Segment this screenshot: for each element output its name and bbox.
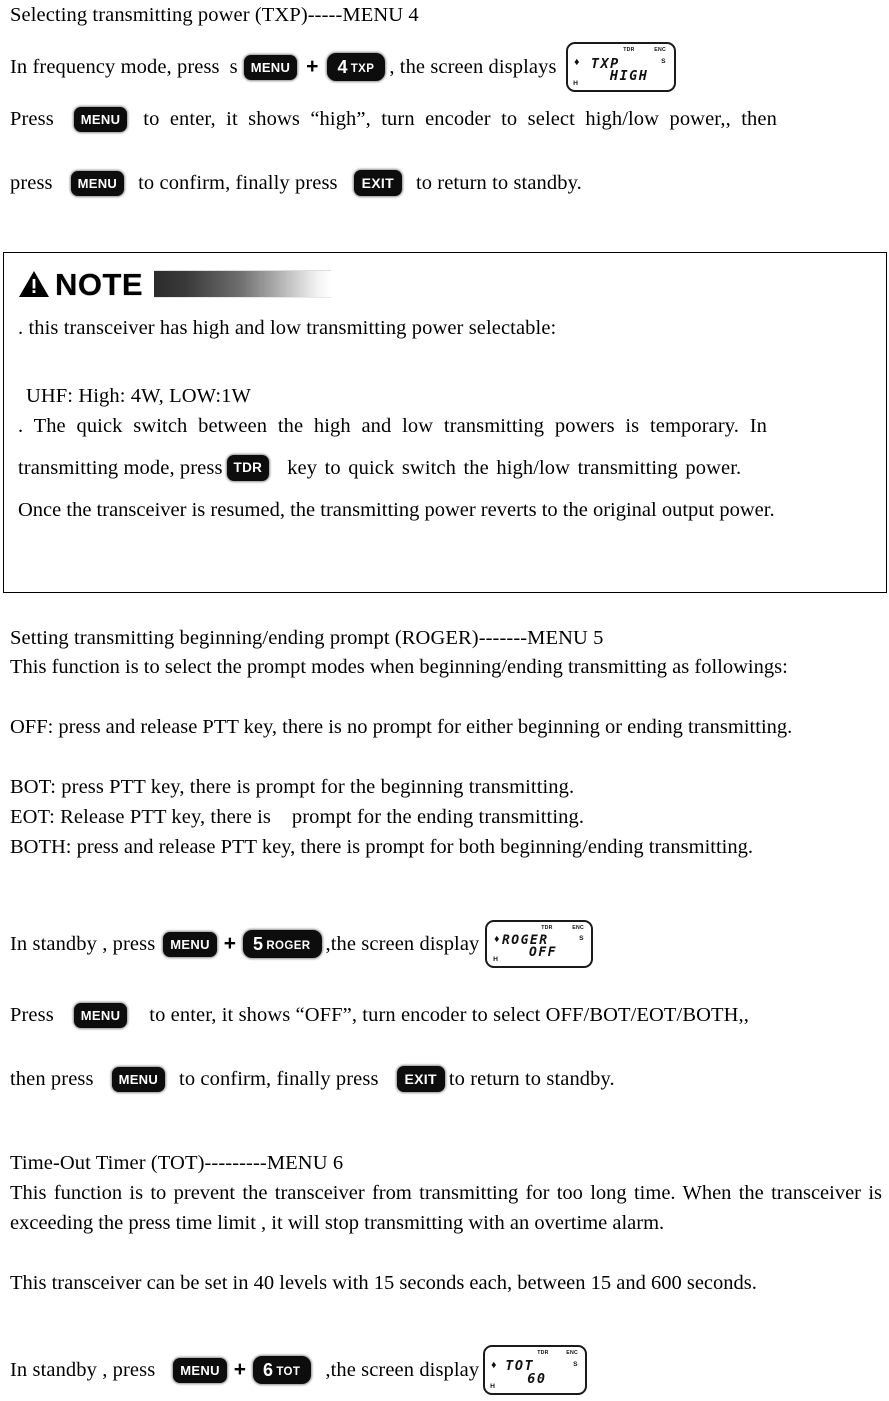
menu-key-icon[interactable]: MENU (111, 1066, 166, 1092)
txp-enter-text-b: to enter, it shows “high”, turn encoder … (143, 108, 777, 130)
num5-digit: 5 (253, 934, 264, 954)
menu-key-icon[interactable]: MENU (73, 106, 128, 132)
tot-standby-text-b: ,the screen display (325, 1359, 480, 1381)
txp-confirm-text-b: to confirm, finally press (138, 172, 338, 194)
roger-standby-text-a: In standby , press (10, 933, 156, 955)
lcd-dot-icon: ♦ (491, 1359, 497, 1371)
note-spec-line: UHF: High: 4W, LOW:1W (26, 385, 251, 407)
lcd-display-roger: ♦ TDR ENC S H ROGER OFF (485, 920, 594, 968)
txp-confirm-text-a: press (10, 172, 53, 194)
roger-standby-text-b: ,the screen display (325, 933, 480, 955)
txp-confirm-text-c: to return to standby. (415, 172, 582, 194)
tot-standby-line: In standby , press MENU + 6 TOT ,the scre… (10, 1345, 888, 1401)
num4-label: TXP (350, 63, 375, 75)
num5-roger-key-icon[interactable]: 5 ROGER (243, 930, 322, 958)
txp-enter-line: Press MENU to enter, it shows “high”, tu… (10, 104, 883, 156)
num5-label: ROGER (266, 940, 311, 952)
lcd-tdr-indicator: TDR (622, 47, 635, 54)
roger-mode-bot: BOT: press PTT key, there is prompt for … (10, 776, 575, 798)
txp-confirm-line: press MENU to confirm, finally press EXI… (10, 168, 883, 218)
roger-mode-eot: EOT: Release PTT key, there is prompt fo… (10, 806, 585, 828)
lcd-display-tot: ♦ TDR ENC S H TOT 60 (483, 1345, 588, 1395)
lcd-line2: HIGH (609, 67, 649, 84)
note-gradient-bar (154, 270, 332, 298)
num4-digit: 4 (337, 57, 348, 77)
roger-confirm-text-b: to confirm, finally press (179, 1068, 379, 1090)
lcd-s-indicator: S (579, 935, 585, 943)
plus-sign: + (306, 55, 319, 78)
roger-mode-off: OFF: press and release PTT key, there is… (10, 716, 793, 738)
note-bullet-2d: Once the transceiver is resumed, the tra… (18, 499, 775, 521)
txp-heading: Selecting transmitting power (TXP)-----M… (10, 4, 419, 26)
txp-enter-text-a: Press (10, 108, 54, 130)
note-bullet-2b-line: transmitting mode, press TDR key to quic… (18, 453, 874, 493)
num6-tot-key-icon[interactable]: 6 TOT (253, 1356, 312, 1384)
roger-confirm-text-a: then press (10, 1068, 94, 1090)
lcd-h-indicator: H (572, 80, 578, 88)
plus-sign: + (223, 932, 237, 955)
menu-key-icon[interactable]: MENU (243, 54, 298, 80)
tot-standby-text-a: In standby , press (10, 1359, 156, 1381)
roger-standby-line: In standby , press MENU + 5 ROGER ,the sc… (10, 920, 885, 974)
num6-digit: 6 (263, 1360, 274, 1380)
note-header: NOTE (18, 263, 332, 305)
txp-press-text-a: In frequency mode, press (10, 56, 220, 78)
menu-key-icon[interactable]: MENU (73, 1002, 128, 1028)
roger-heading: Setting transmitting beginning/ending pr… (10, 627, 604, 649)
note-bullet-2a: . The quick switch between the high and … (18, 415, 768, 437)
tot-paragraph-2: This transceiver can be set in 40 levels… (10, 1272, 757, 1294)
txp-stray-char: s (229, 56, 238, 78)
num6-label: TOT (276, 1366, 301, 1378)
note-title: NOTE (55, 266, 144, 302)
lcd-h-indicator: H (492, 956, 498, 964)
lcd-s-indicator: S (661, 57, 667, 65)
menu-key-icon[interactable]: MENU (173, 1357, 227, 1383)
num4-txp-key-icon[interactable]: 4 TXP (327, 53, 386, 81)
lcd-h-indicator: H (490, 1383, 496, 1391)
note-body: . this transceiver has high and low tran… (18, 311, 874, 525)
lcd-line2: 60 (527, 1370, 547, 1387)
lcd-s-indicator: S (573, 1360, 579, 1368)
lcd-enc-indicator: ENC (572, 925, 584, 931)
txp-press-line: In frequency mode, press s MENU + 4 TXP ,… (10, 42, 885, 94)
note-bullet-2c: key to quick switch the high/low transmi… (287, 457, 742, 479)
lcd-enc-indicator: ENC (654, 47, 666, 54)
lcd-line2: OFF (529, 944, 557, 960)
note-bullet-1: . this transceiver has high and low tran… (18, 317, 557, 339)
tot-heading: Time-Out Timer (TOT)---------MENU 6 (10, 1152, 344, 1174)
roger-enter-text-a: Press (10, 1004, 54, 1026)
lcd-dot-icon: ♦ (574, 56, 580, 68)
roger-intro: This function is to select the prompt mo… (10, 656, 788, 678)
roger-confirm-line: then press MENU to confirm, finally pres… (10, 1064, 888, 1114)
roger-enter-text-b: to enter, it shows “OFF”, turn encoder t… (149, 1004, 750, 1026)
menu-key-icon[interactable]: MENU (163, 931, 217, 957)
note-bullet-2b: transmitting mode, press (18, 457, 223, 479)
roger-mode-both: BOTH: press and release PTT key, there i… (10, 836, 753, 858)
note-box: NOTE . this transceiver has high and low… (3, 252, 887, 593)
roger-enter-line: Press MENU to enter, it shows “OFF”, tur… (10, 1000, 888, 1050)
plus-sign: + (233, 1358, 247, 1381)
manual-page: Selecting transmitting power (TXP)-----M… (0, 0, 889, 1401)
exit-key-icon[interactable]: EXIT (353, 170, 402, 196)
warning-triangle-icon (18, 270, 50, 299)
roger-confirm-text-c: to return to standby. (448, 1068, 615, 1090)
lcd-enc-indicator: ENC (566, 1350, 578, 1357)
txp-press-text-b: , the screen displays (389, 56, 557, 78)
lcd-dot-icon: ♦ (493, 933, 500, 946)
tdr-key-icon[interactable]: TDR (226, 455, 270, 481)
lcd-tdr-indicator: TDR (537, 1350, 549, 1357)
lcd-tdr-indicator: TDR (541, 925, 554, 931)
menu-key-icon[interactable]: MENU (70, 170, 125, 196)
lcd-display-txp: ♦ TDR ENC S H TXP HIGH (565, 42, 676, 92)
tot-paragraph-1: This function is to prevent the transcei… (10, 1182, 882, 1234)
exit-key-icon[interactable]: EXIT (396, 1066, 445, 1092)
